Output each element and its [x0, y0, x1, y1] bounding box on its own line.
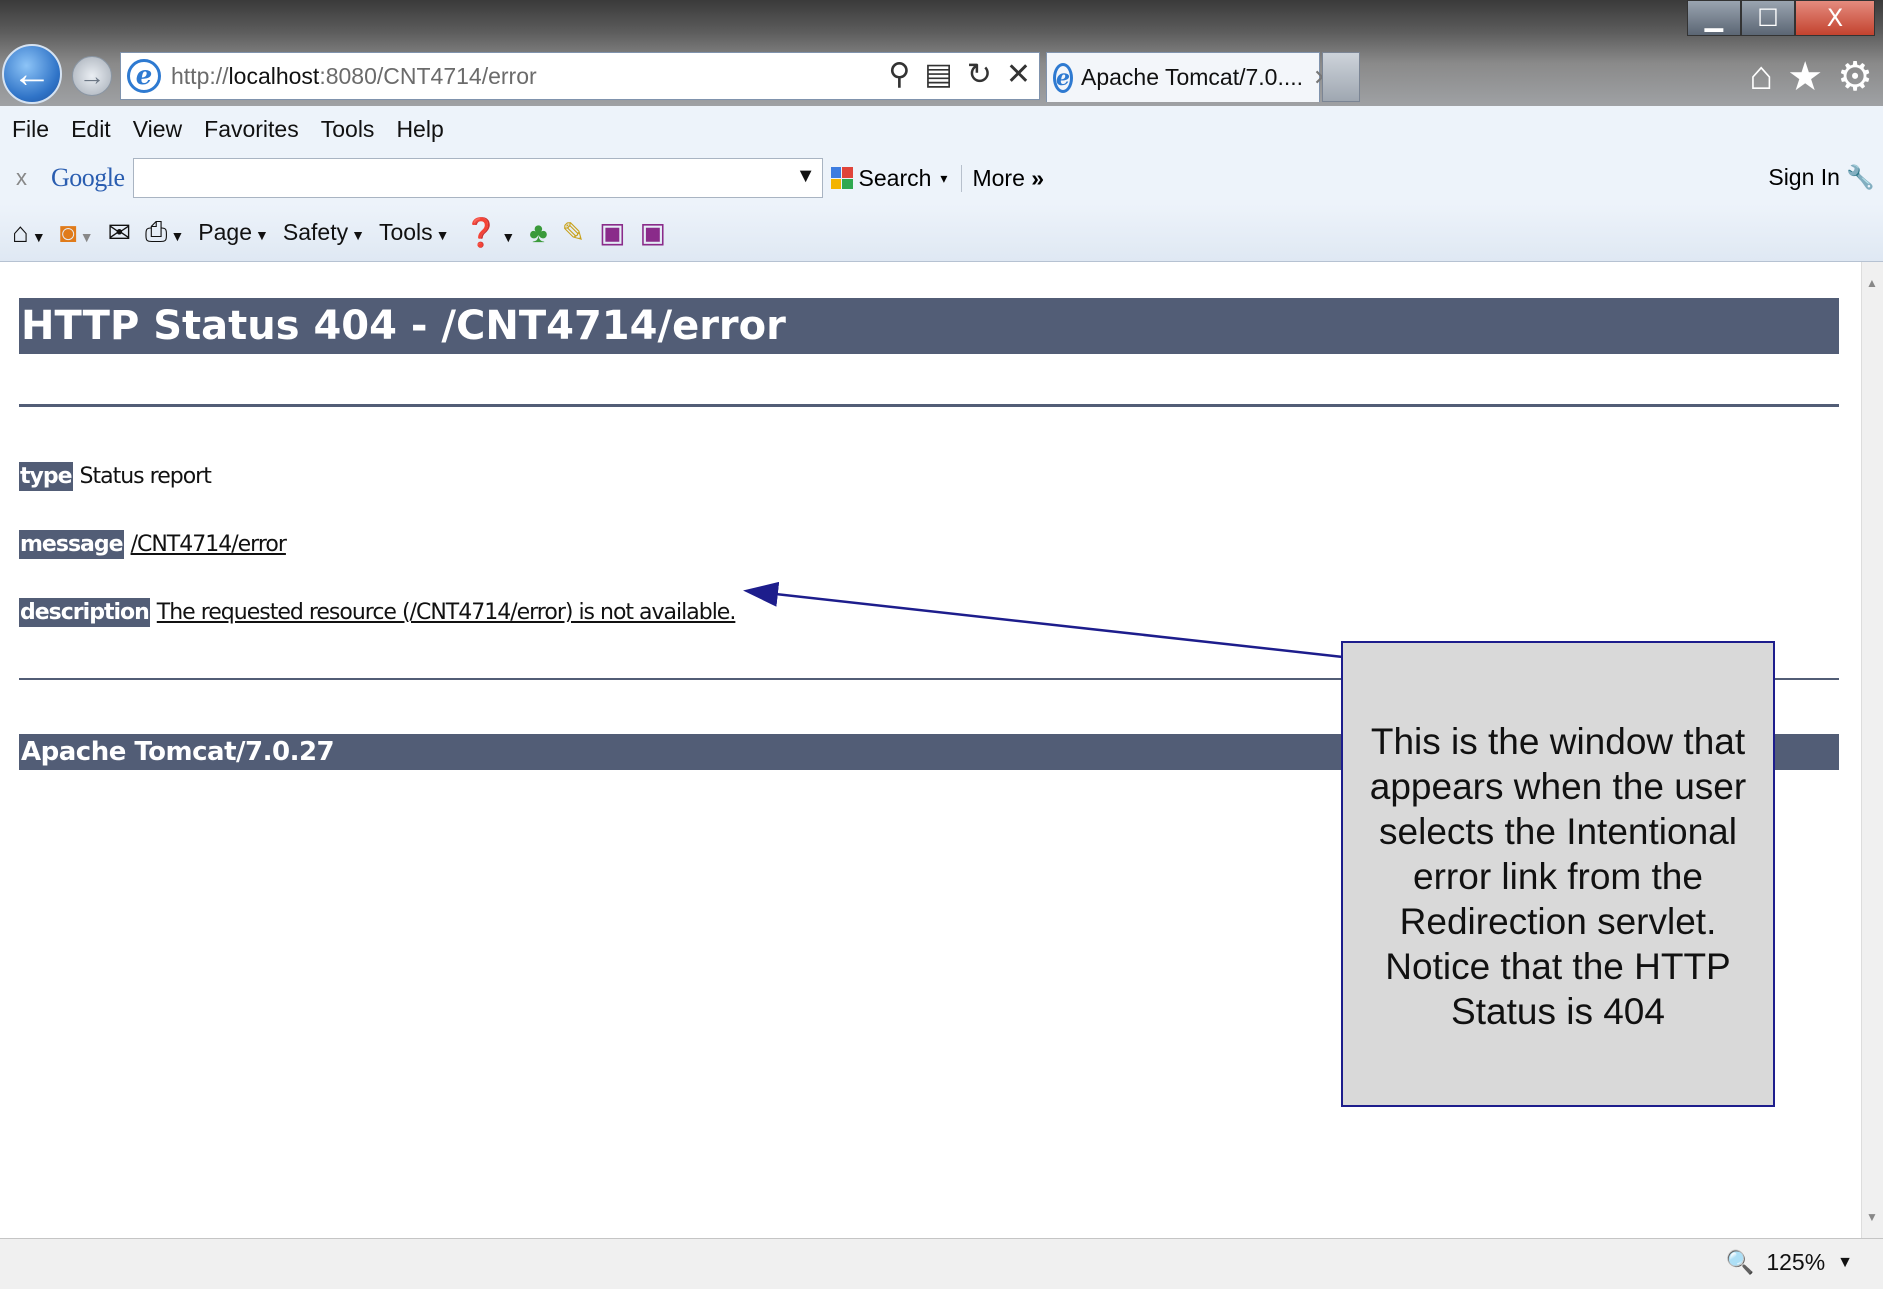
description-row: description The requested resource (/CNT…	[19, 598, 737, 627]
print-icon[interactable]: ⎙ ▼	[145, 216, 184, 249]
type-value: Status report	[79, 464, 212, 489]
double-chevron-icon: »	[1024, 164, 1045, 191]
onenote-icon[interactable]: ▣	[599, 216, 625, 249]
safety-menu[interactable]: Safety ▼	[283, 219, 365, 246]
sign-in-label: Sign In	[1768, 164, 1840, 190]
address-tools: ⚲ ▤ ↻ ✕	[888, 57, 1031, 92]
home-icon[interactable]: ⌂ ▼	[12, 217, 46, 249]
arrow-left-icon: ←	[12, 51, 52, 96]
stop-icon[interactable]: ✕	[1006, 57, 1031, 92]
ie-tab-icon: e	[1053, 62, 1073, 93]
window-controls: ▁ ☐ X	[1687, 0, 1875, 38]
close-window-button[interactable]: X	[1795, 0, 1875, 36]
annotation-callout: This is the window that appears when the…	[1341, 641, 1775, 1107]
status-bar: 🔍 125% ▼	[0, 1238, 1883, 1289]
tools-menu[interactable]: Tools ▼	[379, 219, 450, 246]
command-bar: ⌂ ▼ ◙ ▼ ✉ ⎙ ▼ Page ▼ Safety ▼ Tools ▼ ❓ ▼ ♣ ✎ ▣…	[0, 204, 1883, 262]
type-row: type Status report	[19, 462, 212, 491]
onenote-linked-icon[interactable]: ▣	[640, 216, 666, 249]
zoom-control[interactable]: 🔍 125% ▼	[1726, 1249, 1853, 1276]
google-search-button[interactable]: Search ▾	[830, 164, 948, 192]
browser-right-icons: ⌂ ★ ⚙	[1749, 54, 1873, 100]
mail-icon[interactable]: ✉	[108, 216, 131, 249]
menu-view[interactable]: View	[133, 116, 182, 143]
menu-help[interactable]: Help	[396, 116, 443, 143]
minimize-button[interactable]: ▁	[1687, 0, 1741, 36]
browser-titlebar: ▁ ☐ X ← → e http://localhost:8080/CNT471…	[0, 0, 1883, 106]
google-toolbar: x Google ▼ Search ▾ More » Sign In 🔧	[0, 152, 1883, 204]
menu-edit[interactable]: Edit	[71, 116, 111, 143]
sign-in-button[interactable]: Sign In 🔧	[1768, 164, 1875, 191]
type-label: type	[19, 462, 73, 491]
message-row: message /CNT4714/error	[19, 530, 287, 559]
rss-feed-icon[interactable]: ◙ ▼	[60, 217, 94, 249]
menu-file[interactable]: File	[12, 116, 49, 143]
search-icon[interactable]: ⚲	[888, 57, 910, 92]
messenger-icon[interactable]: ♣	[529, 217, 547, 249]
tools-label: Tools	[378, 219, 433, 245]
browser-tab[interactable]: e Apache Tomcat/7.0.... ✕	[1046, 52, 1331, 102]
safety-label: Safety	[282, 219, 349, 245]
vertical-scrollbar[interactable]: ▲ ▼	[1861, 262, 1883, 1238]
chevron-down-icon[interactable]: ▼	[1837, 1254, 1853, 1272]
menu-bar: File Edit View Favorites Tools Help	[0, 106, 1883, 152]
new-tab-button[interactable]	[1322, 52, 1360, 102]
description-label: description	[19, 598, 150, 627]
wrench-icon: 🔧	[1846, 164, 1875, 190]
description-value: The requested resource (/CNT4714/error) …	[156, 600, 737, 625]
ie-page-icon: e	[127, 59, 161, 93]
tab-title: Apache Tomcat/7.0....	[1081, 64, 1304, 90]
google-toolbar-close[interactable]: x	[16, 165, 27, 191]
favorites-star-icon[interactable]: ★	[1787, 54, 1823, 100]
help-icon[interactable]: ❓ ▼	[464, 216, 516, 249]
page-label: Page	[198, 219, 253, 245]
message-label: message	[19, 530, 124, 559]
maximize-button[interactable]: ☐	[1741, 0, 1795, 36]
address-bar[interactable]: e http://localhost:8080/CNT4714/error ⚲ …	[120, 52, 1040, 100]
chevron-down-icon: ▾	[940, 169, 948, 186]
compatibility-view-icon[interactable]: ▤	[924, 57, 952, 92]
menu-favorites[interactable]: Favorites	[204, 116, 299, 143]
home-icon[interactable]: ⌂	[1749, 54, 1773, 100]
scroll-up-icon[interactable]: ▲	[1866, 276, 1878, 290]
google-search-input[interactable]: ▼	[132, 158, 823, 198]
page-title: HTTP Status 404 - /CNT4714/error	[19, 298, 1839, 354]
gear-icon[interactable]: ⚙	[1837, 54, 1873, 100]
arrow-right-icon: →	[79, 60, 105, 91]
scroll-down-icon[interactable]: ▼	[1866, 1210, 1878, 1224]
divider	[19, 404, 1839, 407]
back-button[interactable]: ←	[2, 44, 62, 104]
google-more-button[interactable]: More »	[961, 164, 1045, 192]
google-search-label: Search	[858, 164, 932, 191]
refresh-icon[interactable]: ↻	[967, 57, 992, 92]
page-menu[interactable]: Page ▼	[198, 219, 269, 246]
message-value: /CNT4714/error	[130, 532, 287, 557]
more-label: More	[972, 164, 1025, 191]
menu-tools[interactable]: Tools	[321, 116, 375, 143]
google-search-icon	[830, 167, 853, 189]
forward-button[interactable]: →	[72, 56, 112, 96]
zoom-level: 125%	[1766, 1249, 1826, 1275]
address-url[interactable]: http://localhost:8080/CNT4714/error	[171, 63, 537, 90]
google-logo: Google	[51, 163, 125, 192]
pen-icon[interactable]: ✎	[562, 216, 585, 249]
zoom-magnifier-icon: 🔍	[1725, 1249, 1755, 1275]
dropdown-arrow-icon[interactable]: ▼	[796, 165, 816, 188]
